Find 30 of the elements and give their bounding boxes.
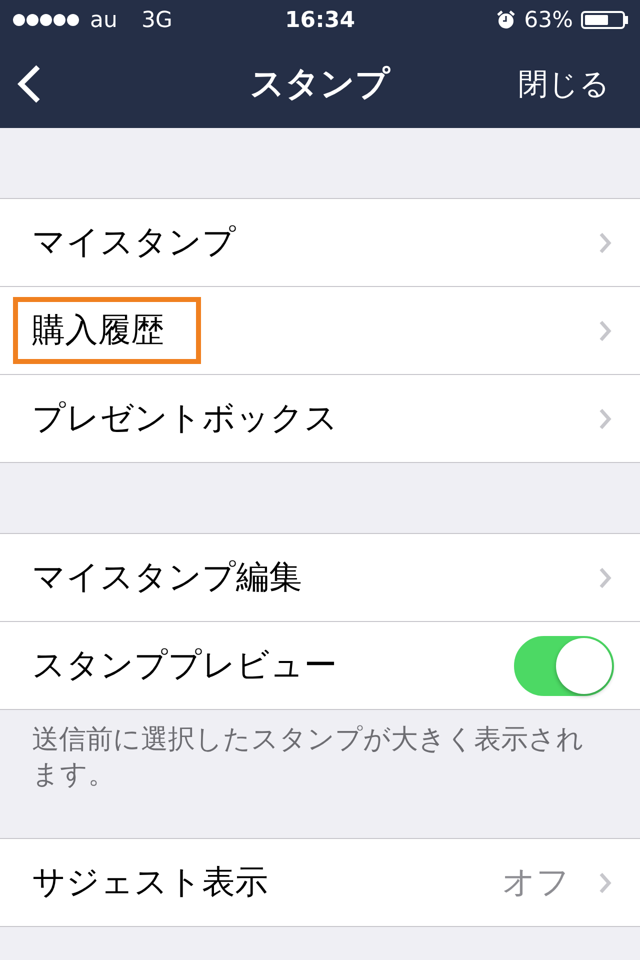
row-label: 購入履歴 bbox=[32, 309, 164, 351]
settings-row[interactable]: マイスタンプ編集 bbox=[0, 534, 640, 622]
carrier-name: au bbox=[90, 8, 118, 32]
back-chevron-icon bbox=[16, 64, 42, 104]
row-label: スタンププレビュー bbox=[32, 644, 337, 686]
chevron-right-icon bbox=[598, 406, 612, 430]
screen-title: スタンプ bbox=[250, 63, 390, 106]
chevron-right-icon bbox=[598, 230, 612, 254]
status-time: 16:34 bbox=[284, 8, 356, 32]
row-label: マイスタンプ編集 bbox=[32, 556, 302, 598]
section-footnote: 送信前に選択したスタンプが大きく表示されます。 bbox=[31, 723, 585, 792]
toggle-switch[interactable] bbox=[514, 636, 614, 696]
battery-icon bbox=[581, 11, 628, 29]
settings-row[interactable]: マイスタンプ bbox=[0, 199, 640, 287]
row-label: サジェスト表示 bbox=[32, 861, 268, 904]
alarm-clock-icon bbox=[496, 10, 516, 30]
battery-percent: 63% bbox=[524, 8, 573, 32]
chevron-right-icon bbox=[598, 870, 612, 895]
network-type: 3G bbox=[141, 8, 172, 32]
signal-icon bbox=[12, 13, 82, 27]
settings-row[interactable]: サジェスト表示 オフ bbox=[0, 839, 640, 926]
settings-row[interactable]: 購入履歴 bbox=[0, 287, 640, 375]
settings-row[interactable]: プレゼントボックス bbox=[0, 375, 640, 462]
settings-row[interactable]: スタンププレビュー bbox=[0, 622, 640, 709]
row-label: マイスタンプ bbox=[32, 221, 236, 263]
close-button[interactable]: 閉じる bbox=[518, 64, 610, 104]
chevron-right-icon bbox=[598, 318, 612, 342]
chevron-right-icon bbox=[598, 566, 612, 590]
row-label: プレゼントボックス bbox=[32, 397, 338, 439]
row-value: オフ bbox=[502, 861, 570, 904]
